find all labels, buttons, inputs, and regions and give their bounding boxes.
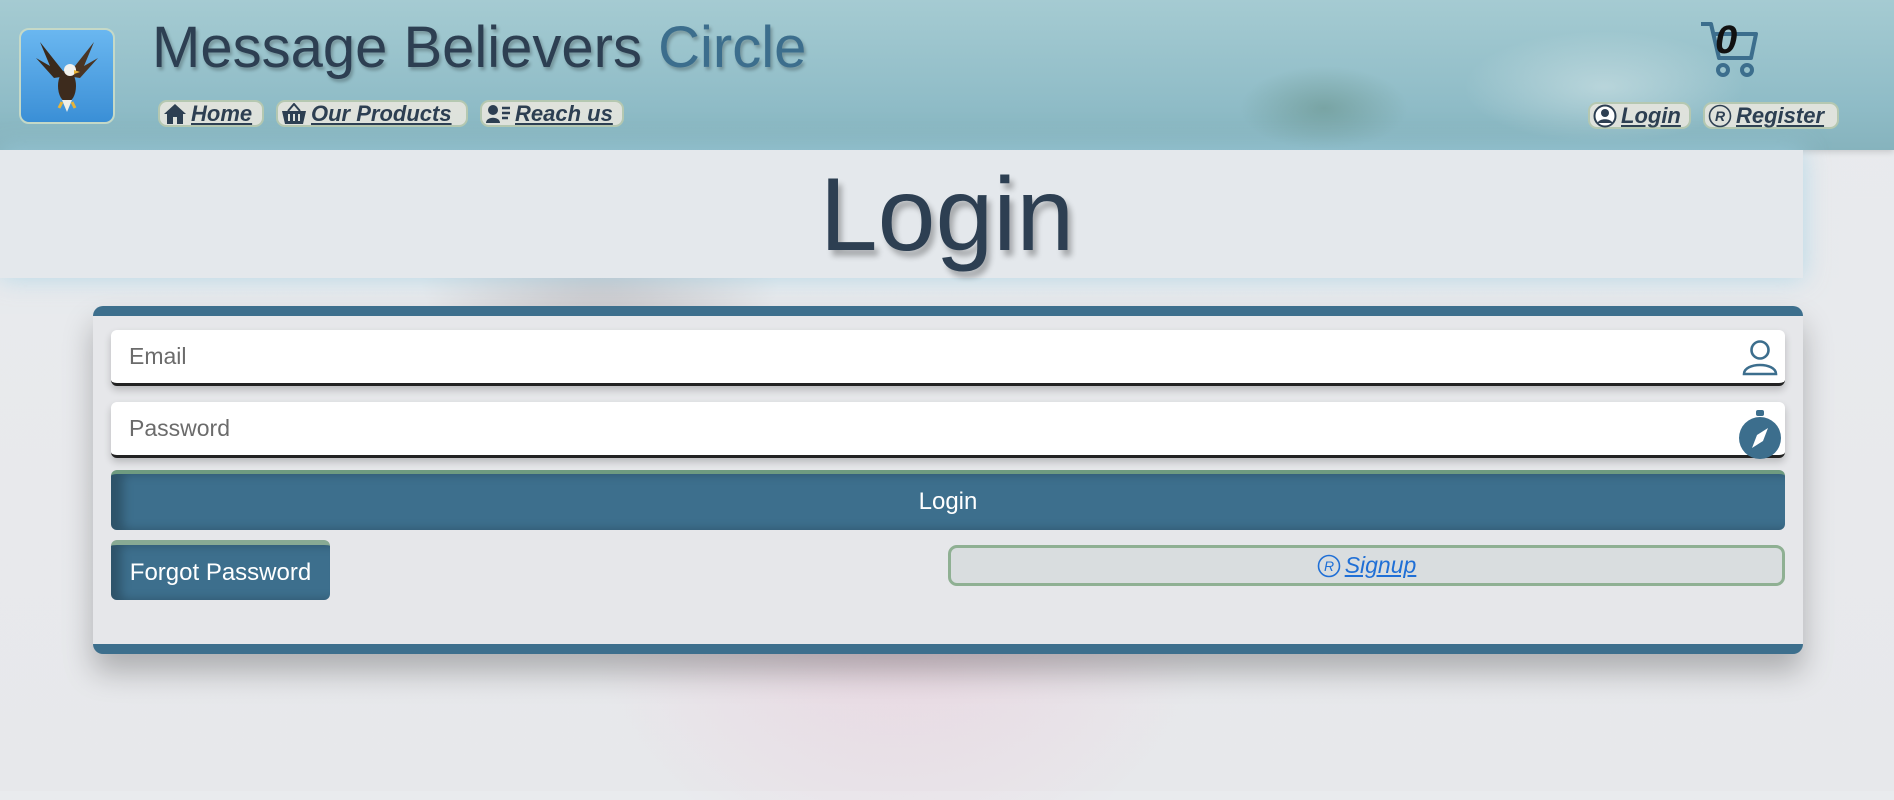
registered-icon: R xyxy=(1317,554,1340,577)
user-icon xyxy=(1742,340,1778,376)
nav-our-products[interactable]: Our Products xyxy=(276,100,468,127)
site-title-main: Message Believers xyxy=(152,15,659,80)
email-field xyxy=(111,330,1785,386)
basket-icon xyxy=(282,102,306,124)
login-button[interactable]: Login xyxy=(111,470,1785,530)
cart-count: 0 xyxy=(1715,18,1738,62)
nav-reach-us-label: Reach us xyxy=(515,100,613,126)
registered-icon: R xyxy=(1708,104,1732,127)
forgot-password-button[interactable]: Forgot Password xyxy=(111,540,330,600)
header-register-label: Register xyxy=(1736,102,1825,128)
nav-home-label: Home xyxy=(191,100,253,126)
user-circle-icon xyxy=(1593,104,1617,127)
compass-icon xyxy=(1739,410,1781,459)
nav-home[interactable]: Home xyxy=(158,100,264,127)
home-icon xyxy=(164,103,186,124)
header-register-link[interactable]: R Register xyxy=(1703,102,1839,129)
site-title-accent: Circle xyxy=(658,15,807,80)
signup-button[interactable]: R Signup xyxy=(948,545,1785,586)
nav-our-products-label: Our Products xyxy=(311,100,452,126)
svg-text:R: R xyxy=(1715,108,1726,124)
password-field xyxy=(111,402,1785,459)
svg-text:R: R xyxy=(1324,558,1334,574)
page-title: Login xyxy=(819,157,1075,273)
email-input[interactable] xyxy=(111,330,1747,383)
password-input[interactable] xyxy=(111,402,1747,455)
header-login-link[interactable]: Login xyxy=(1588,102,1691,129)
eagle-icon xyxy=(36,42,98,112)
nav-reach-us[interactable]: Reach us xyxy=(480,100,624,127)
signup-label: Signup xyxy=(1344,552,1417,578)
site-title: Message Believers Circle xyxy=(152,14,806,81)
header-login-label: Login xyxy=(1621,102,1681,128)
contact-card-icon xyxy=(486,104,510,123)
site-logo[interactable] xyxy=(19,28,115,124)
